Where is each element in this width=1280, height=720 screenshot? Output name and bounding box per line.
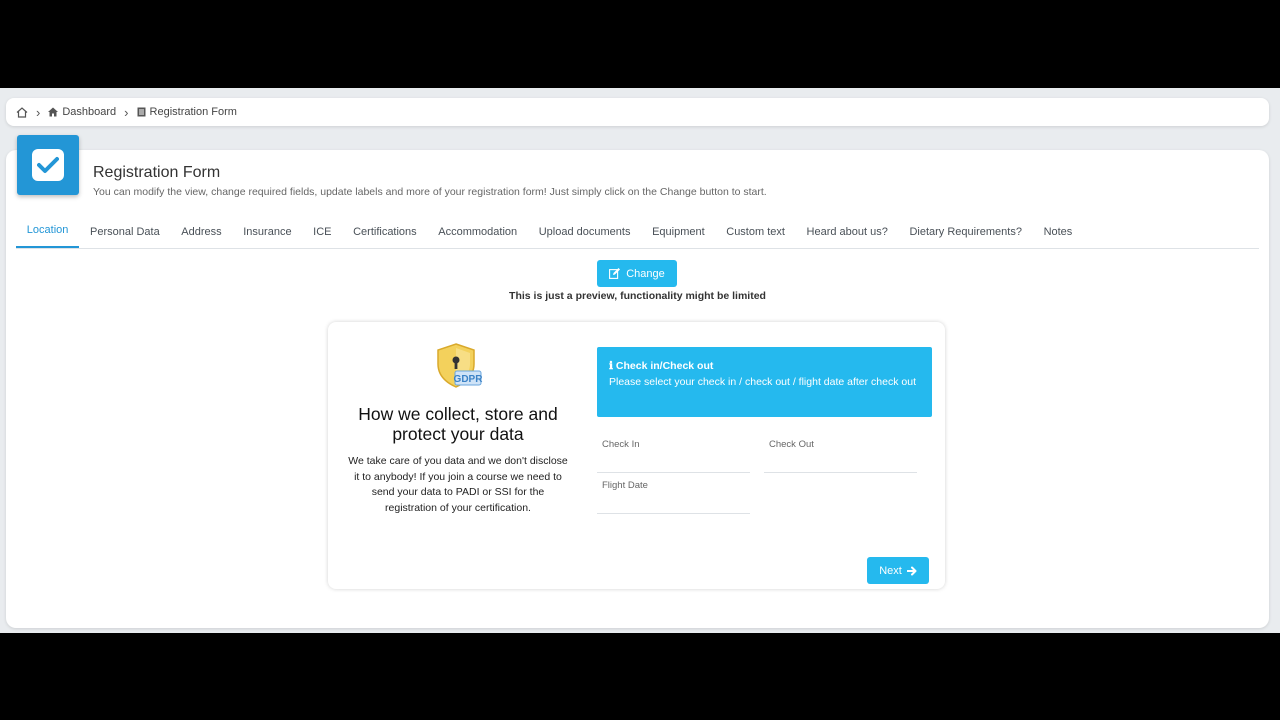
info-alert-title: Check in/Check out <box>615 360 714 372</box>
gdpr-title: How we collect, store and protect your d… <box>358 404 558 444</box>
form-tabs: Location Personal Data Address Insurance… <box>16 216 1259 249</box>
page-title: Registration Form <box>93 164 221 181</box>
tab-certifications[interactable]: Certifications <box>342 215 427 248</box>
header-icon-badge <box>17 135 79 195</box>
chevron-right-icon: › <box>36 104 41 120</box>
breadcrumb-label: Registration Form <box>149 106 237 118</box>
house-icon <box>48 107 59 117</box>
next-button-label: Next <box>879 564 902 577</box>
edit-icon <box>609 268 621 279</box>
tab-heard-about-us[interactable]: Heard about us? <box>796 215 899 248</box>
page-subtitle: You can modify the view, change required… <box>93 186 767 198</box>
gdpr-shield-icon: GDPR <box>437 343 484 388</box>
info-alert-title-row: ℹ Check in/Check out <box>609 359 920 375</box>
breadcrumb-label: Dashboard <box>62 106 117 118</box>
breadcrumb-home[interactable] <box>16 106 28 118</box>
checkbox-icon <box>32 149 64 181</box>
tab-accommodation[interactable]: Accommodation <box>427 215 527 248</box>
check-out-label: Check Out <box>769 439 814 450</box>
tab-location[interactable]: Location <box>16 215 80 248</box>
gdpr-logo-text: GDPR <box>454 374 484 385</box>
tab-ice[interactable]: ICE <box>302 215 342 248</box>
preview-form-card: GDPR How we collect, store and protect y… <box>328 322 945 589</box>
arrow-right-icon <box>906 566 917 575</box>
tab-insurance[interactable]: Insurance <box>232 215 302 248</box>
change-button-label: Change <box>626 267 665 280</box>
info-icon: ℹ <box>609 360 613 372</box>
breadcrumb-item-registration-form[interactable]: Registration Form <box>137 106 237 118</box>
chevron-right-icon: › <box>124 104 129 120</box>
tab-custom-text[interactable]: Custom text <box>715 215 795 248</box>
preview-note: This is just a preview, functionality mi… <box>509 290 766 302</box>
registration-form-card: Registration Form You can modify the vie… <box>6 135 1269 628</box>
breadcrumb: › Dashboard › Registration Form <box>6 98 1269 126</box>
breadcrumb-item-dashboard[interactable]: Dashboard <box>48 106 116 118</box>
app-screen: › Dashboard › Registration Form Registra… <box>0 88 1280 633</box>
check-in-field[interactable]: Check In <box>597 439 750 473</box>
tab-upload-documents[interactable]: Upload documents <box>528 215 641 248</box>
next-button[interactable]: Next <box>867 557 929 584</box>
info-alert: ℹ Check in/Check out Please select your … <box>597 347 932 417</box>
tab-personal-data[interactable]: Personal Data <box>79 215 170 248</box>
form-icon <box>137 107 146 117</box>
gdpr-text: We take care of you data and we don't di… <box>348 455 568 514</box>
info-alert-text: Please select your check in / check out … <box>609 375 916 388</box>
flight-date-field[interactable]: Flight Date <box>597 480 750 514</box>
tab-notes[interactable]: Notes <box>1033 215 1083 248</box>
check-out-field[interactable]: Check Out <box>764 439 917 473</box>
change-button[interactable]: Change <box>597 260 677 287</box>
check-in-label: Check In <box>602 439 640 450</box>
tab-dietary-requirements[interactable]: Dietary Requirements? <box>899 215 1033 248</box>
tab-equipment[interactable]: Equipment <box>641 215 715 248</box>
flight-date-label: Flight Date <box>602 480 648 491</box>
home-icon <box>16 106 28 118</box>
tab-address[interactable]: Address <box>171 215 233 248</box>
